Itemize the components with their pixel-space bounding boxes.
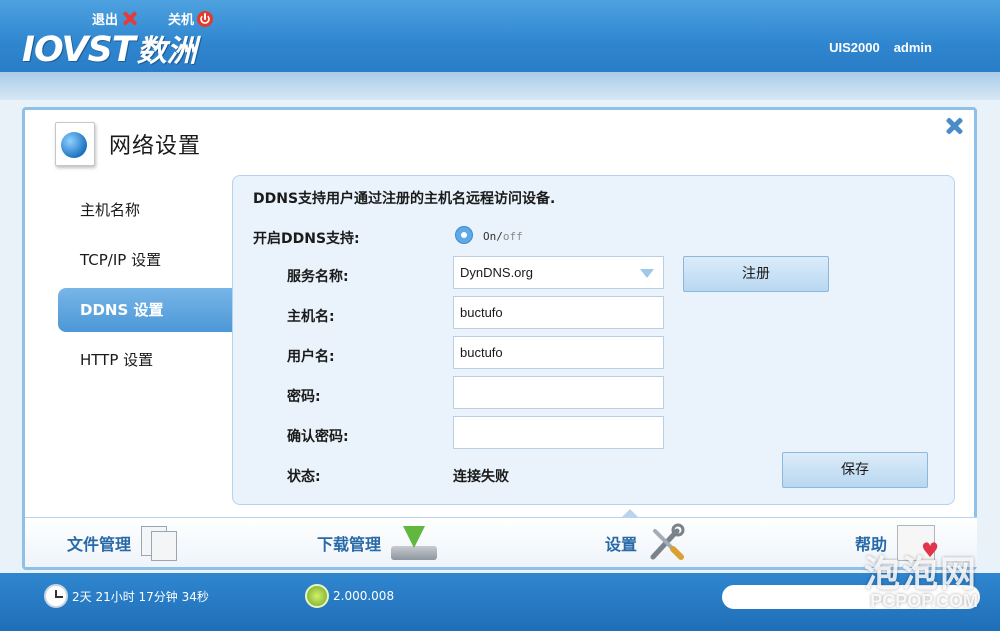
tab-settings[interactable]: 设置 <box>605 518 687 568</box>
tab-download-manager-label: 下载管理 <box>317 535 382 554</box>
header-band <box>0 72 1000 100</box>
sidebar-nav: 主机名称 TCP/IP 设置 DDNS 设置 HTTP 设置 <box>58 188 234 388</box>
network-globe-icon <box>55 122 95 166</box>
ddns-description: DDNS支持用户通过注册的主机名远程访问设备. <box>253 191 556 207</box>
enable-ddns-label: 开启DDNS支持: <box>253 231 360 247</box>
ddns-enable-radio[interactable] <box>455 226 473 244</box>
logo-text-cn: 数洲 <box>136 34 197 69</box>
files-icon <box>141 526 179 561</box>
logout-x-icon <box>121 10 138 27</box>
status-label: 状态: <box>287 469 321 485</box>
download-icon <box>391 526 438 560</box>
hostname-label: 主机名: <box>287 309 335 325</box>
sidebar-item-hostname[interactable]: 主机名称 <box>58 188 234 232</box>
logo-text-en: IOVST <box>22 30 136 70</box>
version-display: 2.000.008 <box>305 584 394 608</box>
close-icon[interactable] <box>944 116 964 136</box>
brand-logo: IOVST 数洲 <box>22 26 197 70</box>
sidebar-item-ddns[interactable]: DDNS 设置 <box>58 288 234 332</box>
onoff-text: On/off <box>483 230 523 243</box>
username-label: 用户名: <box>287 349 335 365</box>
sidebar-item-http[interactable]: HTTP 设置 <box>58 338 234 382</box>
tab-file-manager-label: 文件管理 <box>67 535 132 554</box>
power-icon <box>197 10 214 27</box>
toggle-on: On <box>483 230 497 243</box>
tab-settings-label: 设置 <box>605 535 638 554</box>
active-tab-pointer <box>621 509 639 518</box>
watermark: 泡泡网 PCPOP.COM <box>778 545 978 612</box>
uptime-display: 2天 21小时 17分钟 34秒 <box>44 584 209 608</box>
page-title: 网络设置 <box>109 134 202 159</box>
tab-file-manager[interactable]: 文件管理 <box>67 518 179 568</box>
tools-icon <box>650 523 685 560</box>
service-label: 服务名称: <box>287 269 349 285</box>
confirm-password-label: 确认密码: <box>287 429 349 445</box>
service-selected-value: DynDNS.org <box>460 265 533 280</box>
hostname-field[interactable] <box>453 296 664 329</box>
password-field[interactable] <box>453 376 664 409</box>
device-model: UIS2000 <box>829 40 880 55</box>
ddns-settings-form: DDNS支持用户通过注册的主机名远程访问设备. 开启DDNS支持: On/off… <box>232 175 955 505</box>
user-info: UIS2000 admin <box>829 40 932 55</box>
save-button[interactable]: 保存 <box>782 452 928 488</box>
version-value: 2.000.008 <box>333 589 395 603</box>
sidebar-item-tcpip[interactable]: TCP/IP 设置 <box>58 238 234 282</box>
password-label: 密码: <box>287 389 321 405</box>
status-value: 连接失败 <box>453 469 509 485</box>
clock-icon <box>44 584 68 608</box>
page-header: 网络设置 <box>55 122 201 166</box>
watermark-en: PCPOP.COM <box>870 591 978 611</box>
username-field[interactable] <box>453 336 664 369</box>
tab-download-manager[interactable]: 下载管理 <box>317 518 438 568</box>
username: admin <box>893 40 932 55</box>
settings-window: 网络设置 主机名称 TCP/IP 设置 DDNS 设置 HTTP 设置 DDNS… <box>22 107 977 570</box>
service-select[interactable]: DynDNS.org <box>453 256 664 289</box>
register-button[interactable]: 注册 <box>683 256 829 292</box>
toggle-sep: / <box>496 230 503 243</box>
toggle-off: off <box>502 230 523 243</box>
version-icon <box>305 584 329 608</box>
watermark-cn: 泡泡网 <box>863 554 978 595</box>
uptime-value: 2天 21小时 17分钟 34秒 <box>72 589 209 604</box>
dropdown-arrow-icon <box>640 269 654 278</box>
confirm-password-field[interactable] <box>453 416 664 449</box>
header-bar: 退出 关机 IOVST 数洲 UIS2000 admin <box>0 0 1000 72</box>
